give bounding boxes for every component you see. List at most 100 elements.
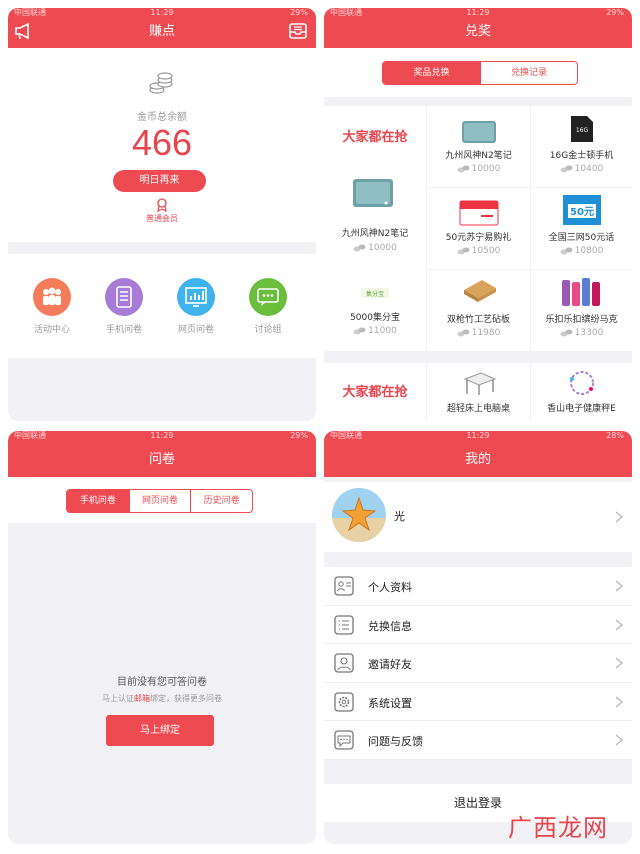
mugs-icon: [561, 278, 600, 306]
nav-bar: 中国联通 11:29 29% 问卷: [8, 431, 316, 477]
menu-label: 问题与反馈: [368, 735, 423, 748]
sd-card-icon: 16G: [570, 116, 593, 142]
prize-card[interactable]: 50元 全国三网50元话 10800: [531, 188, 632, 269]
survey-tabs: 手机问卷 网页问卷 历史问卷: [66, 489, 253, 513]
chevron-right-icon: [615, 734, 624, 746]
people-icon: [33, 278, 71, 316]
redeem-tabs: 奖品兑换 兑换记录: [382, 61, 578, 85]
prize-points: 10000: [427, 164, 530, 174]
chevron-right-icon: [615, 657, 624, 669]
menu-item-feedback[interactable]: 问题与反馈: [324, 721, 632, 760]
prize-name: 双枪竹工艺砧板: [446, 315, 510, 325]
clock: 11:29: [150, 431, 174, 440]
entry-mobile-survey[interactable]: 手机问卷: [94, 278, 154, 335]
user-icon: [334, 653, 354, 673]
settings-menu: 个人资料 兑换信息 邀请好友 系统设置 问题与反馈: [324, 567, 632, 760]
come-back-tomorrow-button[interactable]: 明日再来: [113, 170, 206, 192]
bar-chart-icon: [177, 278, 215, 316]
phone-card-icon: 50元: [562, 195, 601, 225]
chevron-right-icon: [615, 618, 624, 631]
prize-card[interactable]: 乐扣乐扣缤纷马克 13300: [531, 270, 632, 351]
prize-name: 全国三网50元话: [548, 233, 615, 243]
status-bar: 中国联通 11:29 29%: [324, 8, 632, 17]
prize-card[interactable]: 50元苏宁易购礼 10500: [427, 188, 530, 269]
hot-label: 大家都在抢: [342, 385, 408, 400]
tab-web-survey[interactable]: 网页问卷: [128, 490, 191, 512]
empty-hint: 马上认证邮箱绑定，获得更多问卷: [102, 694, 222, 703]
battery: 29%: [606, 8, 624, 17]
prize-points: 10800: [531, 246, 632, 256]
earn-screen: 中国联通 11:29 29% 赚点 金币总余额 466 明日再来 普通会员 活动中心…: [8, 8, 316, 421]
laptop-icon: [353, 179, 393, 207]
prize-card[interactable]: 集分宝 5000集分宝 11000: [324, 270, 426, 351]
menu-item-settings[interactable]: 系统设置: [324, 683, 632, 721]
svg-text:50元: 50元: [570, 206, 594, 218]
id-card-icon: [334, 576, 354, 596]
menu-label: 系统设置: [368, 696, 412, 710]
entry-activity-center[interactable]: 活动中心: [22, 278, 82, 335]
prize-points: 11000: [324, 326, 426, 336]
prize-name: 超轻床上电脑桌: [446, 404, 510, 414]
gift-card-icon: [459, 200, 498, 226]
entry-label: 手机问卷: [105, 325, 142, 335]
battery: 29%: [290, 8, 308, 17]
prize-name: 5000集分宝: [350, 313, 400, 323]
prize-name: 九州风神N2笔记: [445, 151, 512, 161]
tab-prize-redeem[interactable]: 奖品兑换: [383, 62, 480, 84]
mine-screen: 中国联通11:2928% 我的 光 个人资料 兑换信息 邀请好友 系统设置: [324, 431, 632, 844]
entry-discussion-group[interactable]: 讨论组: [238, 278, 298, 335]
entry-label: 活动中心: [33, 325, 70, 335]
prize-card[interactable]: 超轻床上电脑桌: [427, 363, 530, 421]
menu-label: 个人资料: [368, 581, 412, 594]
cutting-board-icon: [463, 280, 496, 302]
prize-name: 九州风神N2笔记: [341, 229, 409, 239]
medal-icon: [157, 198, 167, 212]
bind-now-button[interactable]: 马上绑定: [106, 715, 214, 746]
chevron-right-icon: [615, 511, 624, 523]
entry-label: 网页问卷: [177, 325, 214, 335]
prize-points: 10000: [324, 243, 426, 253]
menu-label: 兑换信息: [368, 619, 412, 633]
page-title: 问卷: [148, 452, 175, 467]
prize-points: 11980: [427, 328, 530, 338]
prize-card[interactable]: 16G 16G金士顿手机 10400: [531, 106, 632, 187]
menu-label: 邀请好友: [368, 658, 412, 671]
page-title: 赚点: [148, 24, 175, 39]
list-icon: [334, 614, 354, 635]
member-badge[interactable]: 普通会员: [8, 198, 316, 224]
survey-screen: 中国联通 11:29 29% 问卷 手机问卷 网页问卷 历史问卷 目前没有您可答问卷…: [8, 431, 316, 844]
nav-bar: 中国联通 11:29 29% 赚点: [8, 8, 316, 48]
status-bar: 中国联通 11:29 28%: [324, 431, 632, 440]
laptop-icon: [461, 121, 496, 143]
balance-label: 金币总余额: [137, 112, 187, 123]
coins-icon: [149, 72, 173, 94]
prize-points: 10400: [531, 164, 632, 174]
tab-redeem-history[interactable]: 兑换记录: [480, 62, 577, 84]
redeem-screen: 中国联通 11:29 29% 兑奖 奖品兑换 兑换记录 大家都在抢 九州风神N2笔记…: [324, 8, 632, 421]
entry-web-survey[interactable]: 网页问卷: [166, 278, 226, 335]
prize-card[interactable]: 双枪竹工艺砧板 11980: [427, 270, 530, 351]
menu-item-invite[interactable]: 邀请好友: [324, 644, 632, 683]
prize-points: 13300: [531, 328, 632, 338]
tab-mobile-survey[interactable]: 手机问卷: [67, 490, 129, 512]
brand-icon: 集分宝: [359, 280, 391, 306]
member-label: 普通会员: [146, 214, 178, 223]
watermark: 广西龙网: [508, 814, 608, 842]
tab-history-survey[interactable]: 历史问卷: [190, 490, 252, 512]
menu-item-profile[interactable]: 个人资料: [324, 567, 632, 606]
email-link[interactable]: 邮箱: [134, 694, 150, 703]
svg-text:集分宝: 集分宝: [366, 290, 384, 298]
inbox-icon[interactable]: [288, 22, 308, 40]
prize-name: 16G金士顿手机: [549, 151, 614, 161]
balance-value: 466: [131, 122, 193, 163]
nav-bar: 中国联通 11:29 29% 兑奖: [324, 8, 632, 48]
scale-icon: [569, 371, 594, 395]
prize-card[interactable]: 香山电子健康秤E: [531, 363, 632, 421]
entry-grid: 活动中心 手机问卷 网页问卷 讨论组: [8, 254, 316, 358]
menu-item-redeem-info[interactable]: 兑换信息: [324, 606, 632, 644]
avatar[interactable]: [332, 488, 386, 542]
clock: 11:29: [466, 8, 490, 17]
prize-feature-card[interactable]: 大家都在抢: [324, 363, 426, 421]
prize-card[interactable]: 九州风神N2笔记 10000: [427, 106, 530, 187]
profile-row[interactable]: 光: [324, 482, 632, 552]
